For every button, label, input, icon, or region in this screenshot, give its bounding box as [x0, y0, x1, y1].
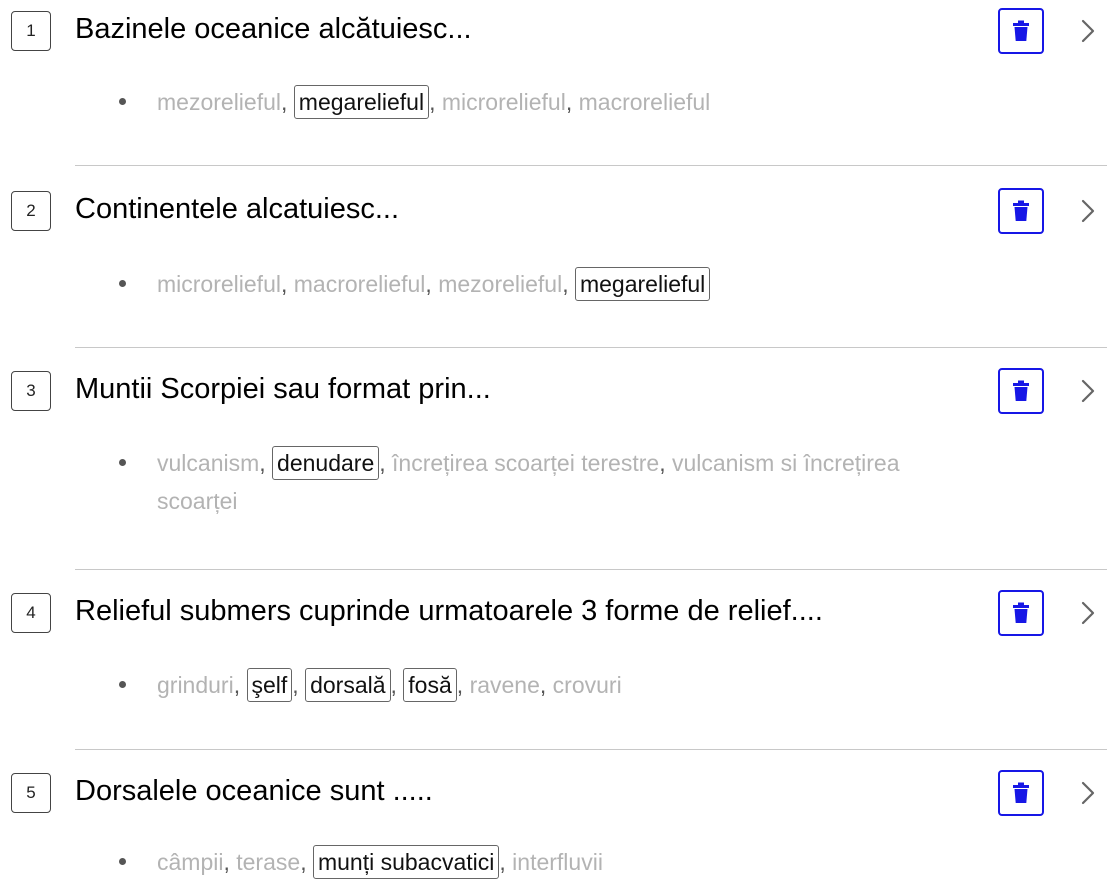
trash-icon — [1013, 200, 1029, 221]
trash-icon — [1013, 782, 1029, 803]
chevron-right-icon — [1081, 199, 1095, 223]
question-text: Bazinele oceanice alcătuiesc... — [75, 13, 472, 45]
question-number: 3 — [11, 371, 51, 411]
trash-icon — [1013, 20, 1029, 41]
answer-option: câmpii — [157, 849, 224, 875]
correct-answer-option: şelf — [246, 668, 293, 702]
bullet-point — [119, 681, 126, 688]
answer-options: vulcanism, denudare, încrețirea scoarței… — [119, 444, 985, 520]
bullet-point — [119, 280, 126, 287]
option-separator: , — [233, 672, 247, 698]
answer-option: mezorelieful — [157, 89, 281, 115]
expand-question-button[interactable] — [1073, 11, 1103, 51]
question-number: 2 — [11, 191, 51, 231]
trash-icon — [1013, 380, 1029, 401]
trash-icon — [1013, 602, 1029, 623]
option-separator: , — [292, 672, 306, 698]
answer-option: grinduri — [157, 672, 234, 698]
option-separator: , — [429, 89, 442, 115]
chevron-right-icon — [1081, 601, 1095, 625]
question-divider — [75, 347, 1107, 348]
chevron-right-icon — [1081, 19, 1095, 43]
correct-answer-option: megarelieful — [293, 85, 430, 119]
question-text: Muntii Scorpiei sau format prin... — [75, 373, 491, 405]
option-separator: , — [280, 271, 294, 297]
question-text: Dorsalele oceanice sunt ..... — [75, 775, 433, 807]
answer-options: câmpii, terase, munți subacvatici, inter… — [119, 843, 985, 881]
correct-answer-option: munți subacvatici — [312, 845, 500, 879]
option-separator: , — [539, 672, 553, 698]
option-separator: , — [379, 450, 393, 476]
option-separator: , — [425, 271, 439, 297]
correct-answer-option: megarelieful — [574, 267, 711, 301]
option-separator: , — [456, 672, 470, 698]
delete-question-button[interactable] — [998, 368, 1044, 414]
answer-option: microrelieful — [157, 271, 281, 297]
answer-options: grinduri, şelf, dorsală, fosă, ravene, c… — [119, 666, 985, 704]
correct-answer-option: denudare — [272, 446, 380, 480]
option-separator: , — [565, 89, 579, 115]
question-number: 1 — [11, 11, 51, 51]
answer-option: crovuri — [552, 672, 622, 698]
option-separator: , — [499, 849, 513, 875]
answer-option: macrorelieful — [293, 271, 426, 297]
answer-option: interfluvii — [512, 849, 603, 875]
correct-answer-option: dorsală — [305, 668, 391, 702]
answer-option: mezorelieful — [438, 271, 563, 297]
expand-question-button[interactable] — [1073, 371, 1103, 411]
bullet-point — [119, 858, 126, 865]
expand-question-button[interactable] — [1073, 773, 1103, 813]
option-separator: , — [223, 849, 237, 875]
question-divider — [75, 569, 1107, 570]
answer-option: terase — [236, 849, 301, 875]
question-text: Continentele alcatuiesc... — [75, 193, 400, 225]
option-separator: , — [281, 89, 294, 115]
option-separator: , — [562, 271, 575, 297]
question-divider — [75, 749, 1107, 750]
question-number: 4 — [11, 593, 51, 633]
answer-option: vulcanism — [157, 450, 260, 476]
answer-option: încrețirea scoarței terestre — [392, 450, 660, 476]
answer-option: microrelieful — [441, 89, 566, 115]
question-number: 5 — [11, 773, 51, 813]
expand-question-button[interactable] — [1073, 191, 1103, 231]
answer-options: microrelieful, macrorelieful, mezorelief… — [119, 265, 985, 303]
bullet-point — [119, 98, 126, 105]
answer-option: macrorelieful — [578, 89, 711, 115]
chevron-right-icon — [1081, 379, 1095, 403]
question-text: Relieful submers cuprinde urmatoarele 3 … — [75, 595, 823, 627]
correct-answer-option: fosă — [403, 668, 457, 702]
delete-question-button[interactable] — [998, 188, 1044, 234]
option-separator: , — [300, 849, 313, 875]
answer-options: mezorelieful, megarelieful, microreliefu… — [119, 83, 985, 121]
option-separator: , — [390, 672, 404, 698]
option-separator: , — [659, 450, 672, 476]
chevron-right-icon — [1081, 781, 1095, 805]
delete-question-button[interactable] — [998, 590, 1044, 636]
bullet-point — [119, 459, 126, 466]
option-separator: , — [259, 450, 273, 476]
delete-question-button[interactable] — [998, 8, 1044, 54]
expand-question-button[interactable] — [1073, 593, 1103, 633]
delete-question-button[interactable] — [998, 770, 1044, 816]
answer-option: ravene — [469, 672, 540, 698]
question-divider — [75, 165, 1107, 166]
